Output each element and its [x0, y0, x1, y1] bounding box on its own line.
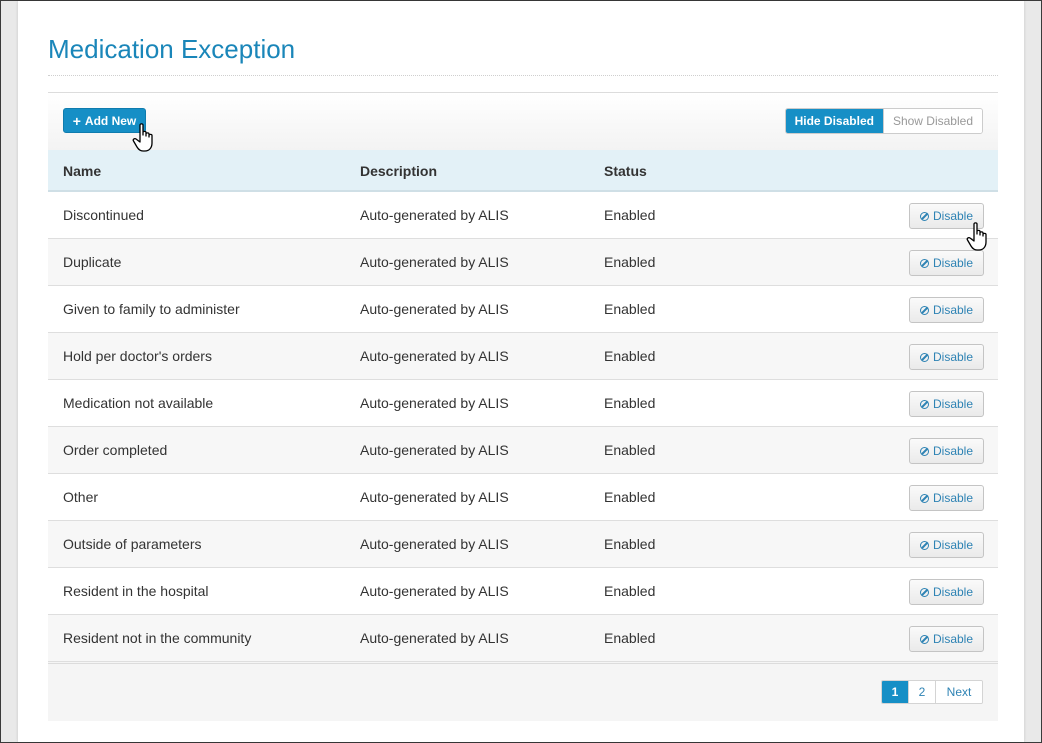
row-name: Given to family to administer [63, 301, 240, 317]
page-title: Medication Exception [48, 34, 296, 64]
table-row: Resident in the hospital Auto-generated b… [48, 568, 998, 615]
pagination: 1 2 Next [881, 680, 983, 704]
ban-icon [919, 352, 929, 362]
column-header-description[interactable]: Description [360, 163, 437, 179]
row-name: Discontinued [63, 207, 144, 223]
row-status: Enabled [604, 536, 656, 552]
disable-label: Disable [932, 538, 974, 552]
show-disabled-button[interactable]: Show Disabled [882, 109, 982, 133]
ban-icon [919, 211, 929, 221]
row-name: Resident not in the community [63, 630, 252, 646]
table-row: Discontinued Auto-generated by ALIS Enable… [48, 192, 998, 239]
row-name: Duplicate [63, 254, 122, 270]
row-name: Other [63, 489, 99, 505]
column-header-status[interactable]: Status [604, 163, 647, 179]
disable-button[interactable]: Disable [909, 532, 984, 558]
row-description: Auto-generated by ALIS [360, 630, 509, 646]
disable-label: Disable [932, 350, 974, 364]
ban-icon [919, 305, 929, 315]
table-row: Given to family to administer Auto-genera… [48, 286, 998, 333]
row-description: Auto-generated by ALIS [360, 489, 509, 505]
toolbar: + Add New Hide Disabled Show Disabled [48, 93, 998, 150]
ban-icon [919, 399, 929, 409]
row-description: Auto-generated by ALIS [360, 536, 509, 552]
page-1-button[interactable]: 1 [882, 681, 908, 703]
disable-button[interactable]: Disable [909, 626, 984, 652]
page-2-button[interactable]: 2 [908, 681, 935, 703]
row-name: Medication not available [63, 395, 214, 411]
ban-icon [919, 446, 929, 456]
row-description: Auto-generated by ALIS [360, 395, 509, 411]
disable-label: Disable [932, 209, 974, 223]
next-page-button[interactable]: Next [935, 681, 982, 703]
row-description: Auto-generated by ALIS [360, 254, 509, 270]
row-status: Enabled [604, 254, 656, 270]
plus-icon: + [72, 112, 81, 129]
row-status: Enabled [604, 395, 656, 411]
title-divider [48, 75, 998, 76]
exception-panel: + Add New Hide Disabled Show Disabled Na… [48, 92, 998, 721]
disable-label: Disable [932, 491, 974, 505]
row-status: Enabled [604, 301, 656, 317]
row-description: Auto-generated by ALIS [360, 442, 509, 458]
disable-label: Disable [932, 397, 974, 411]
disabled-filter-toggle: Hide Disabled Show Disabled [784, 108, 983, 134]
row-status: Enabled [604, 583, 656, 599]
table-body: Discontinued Auto-generated by ALIS Enable… [48, 192, 998, 662]
table-row: Other Auto-generated by ALIS Enabled Disabl… [48, 474, 998, 521]
row-description: Auto-generated by ALIS [360, 583, 509, 599]
row-status: Enabled [604, 207, 656, 223]
row-description: Auto-generated by ALIS [360, 301, 509, 317]
table-row: Hold per doctor's orders Auto-generated b… [48, 333, 998, 380]
add-new-label: Add New [84, 113, 137, 128]
row-status: Enabled [604, 489, 656, 505]
disable-label: Disable [932, 585, 974, 599]
ban-icon [919, 493, 929, 503]
disable-label: Disable [932, 632, 974, 646]
ban-icon [919, 258, 929, 268]
row-description: Auto-generated by ALIS [360, 207, 509, 223]
table-row: Duplicate Auto-generated by ALIS Enabled Di… [48, 239, 998, 286]
row-name: Resident in the hospital [63, 583, 209, 599]
add-new-button[interactable]: + Add New [63, 108, 146, 133]
disable-button[interactable]: Disable [909, 344, 984, 370]
row-status: Enabled [604, 442, 656, 458]
disable-label: Disable [932, 444, 974, 458]
disable-button[interactable]: Disable [909, 391, 984, 417]
disable-button[interactable]: Disable [909, 297, 984, 323]
disable-button[interactable]: Disable [909, 485, 984, 511]
row-name: Hold per doctor's orders [63, 348, 212, 364]
column-header-name[interactable]: Name [63, 163, 101, 179]
table-row: Order completed Auto-generated by ALIS Ena… [48, 427, 998, 474]
ban-icon [919, 634, 929, 644]
disable-label: Disable [932, 303, 974, 317]
disable-button[interactable]: Disable [909, 438, 984, 464]
disable-button[interactable]: Disable [909, 250, 984, 276]
hide-disabled-button[interactable]: Hide Disabled [785, 109, 883, 133]
row-name: Outside of parameters [63, 536, 202, 552]
row-status: Enabled [604, 348, 656, 364]
ban-icon [919, 587, 929, 597]
table-row: Outside of parameters Auto-generated by A… [48, 521, 998, 568]
table-row: Resident not in the community Auto-genera… [48, 615, 998, 662]
table-row: Medication not available Auto-generated b… [48, 380, 998, 427]
table-footer: 1 2 Next [48, 663, 998, 721]
row-description: Auto-generated by ALIS [360, 348, 509, 364]
row-status: Enabled [604, 630, 656, 646]
disable-button[interactable]: Disable [909, 579, 984, 605]
disable-button[interactable]: Disable [909, 203, 984, 229]
page-container: Medication Exception + Add New Hide Disa… [18, 1, 1024, 742]
disable-label: Disable [932, 256, 974, 270]
ban-icon [919, 540, 929, 550]
table-header: Name Description Status [48, 150, 998, 192]
row-name: Order completed [63, 442, 168, 458]
